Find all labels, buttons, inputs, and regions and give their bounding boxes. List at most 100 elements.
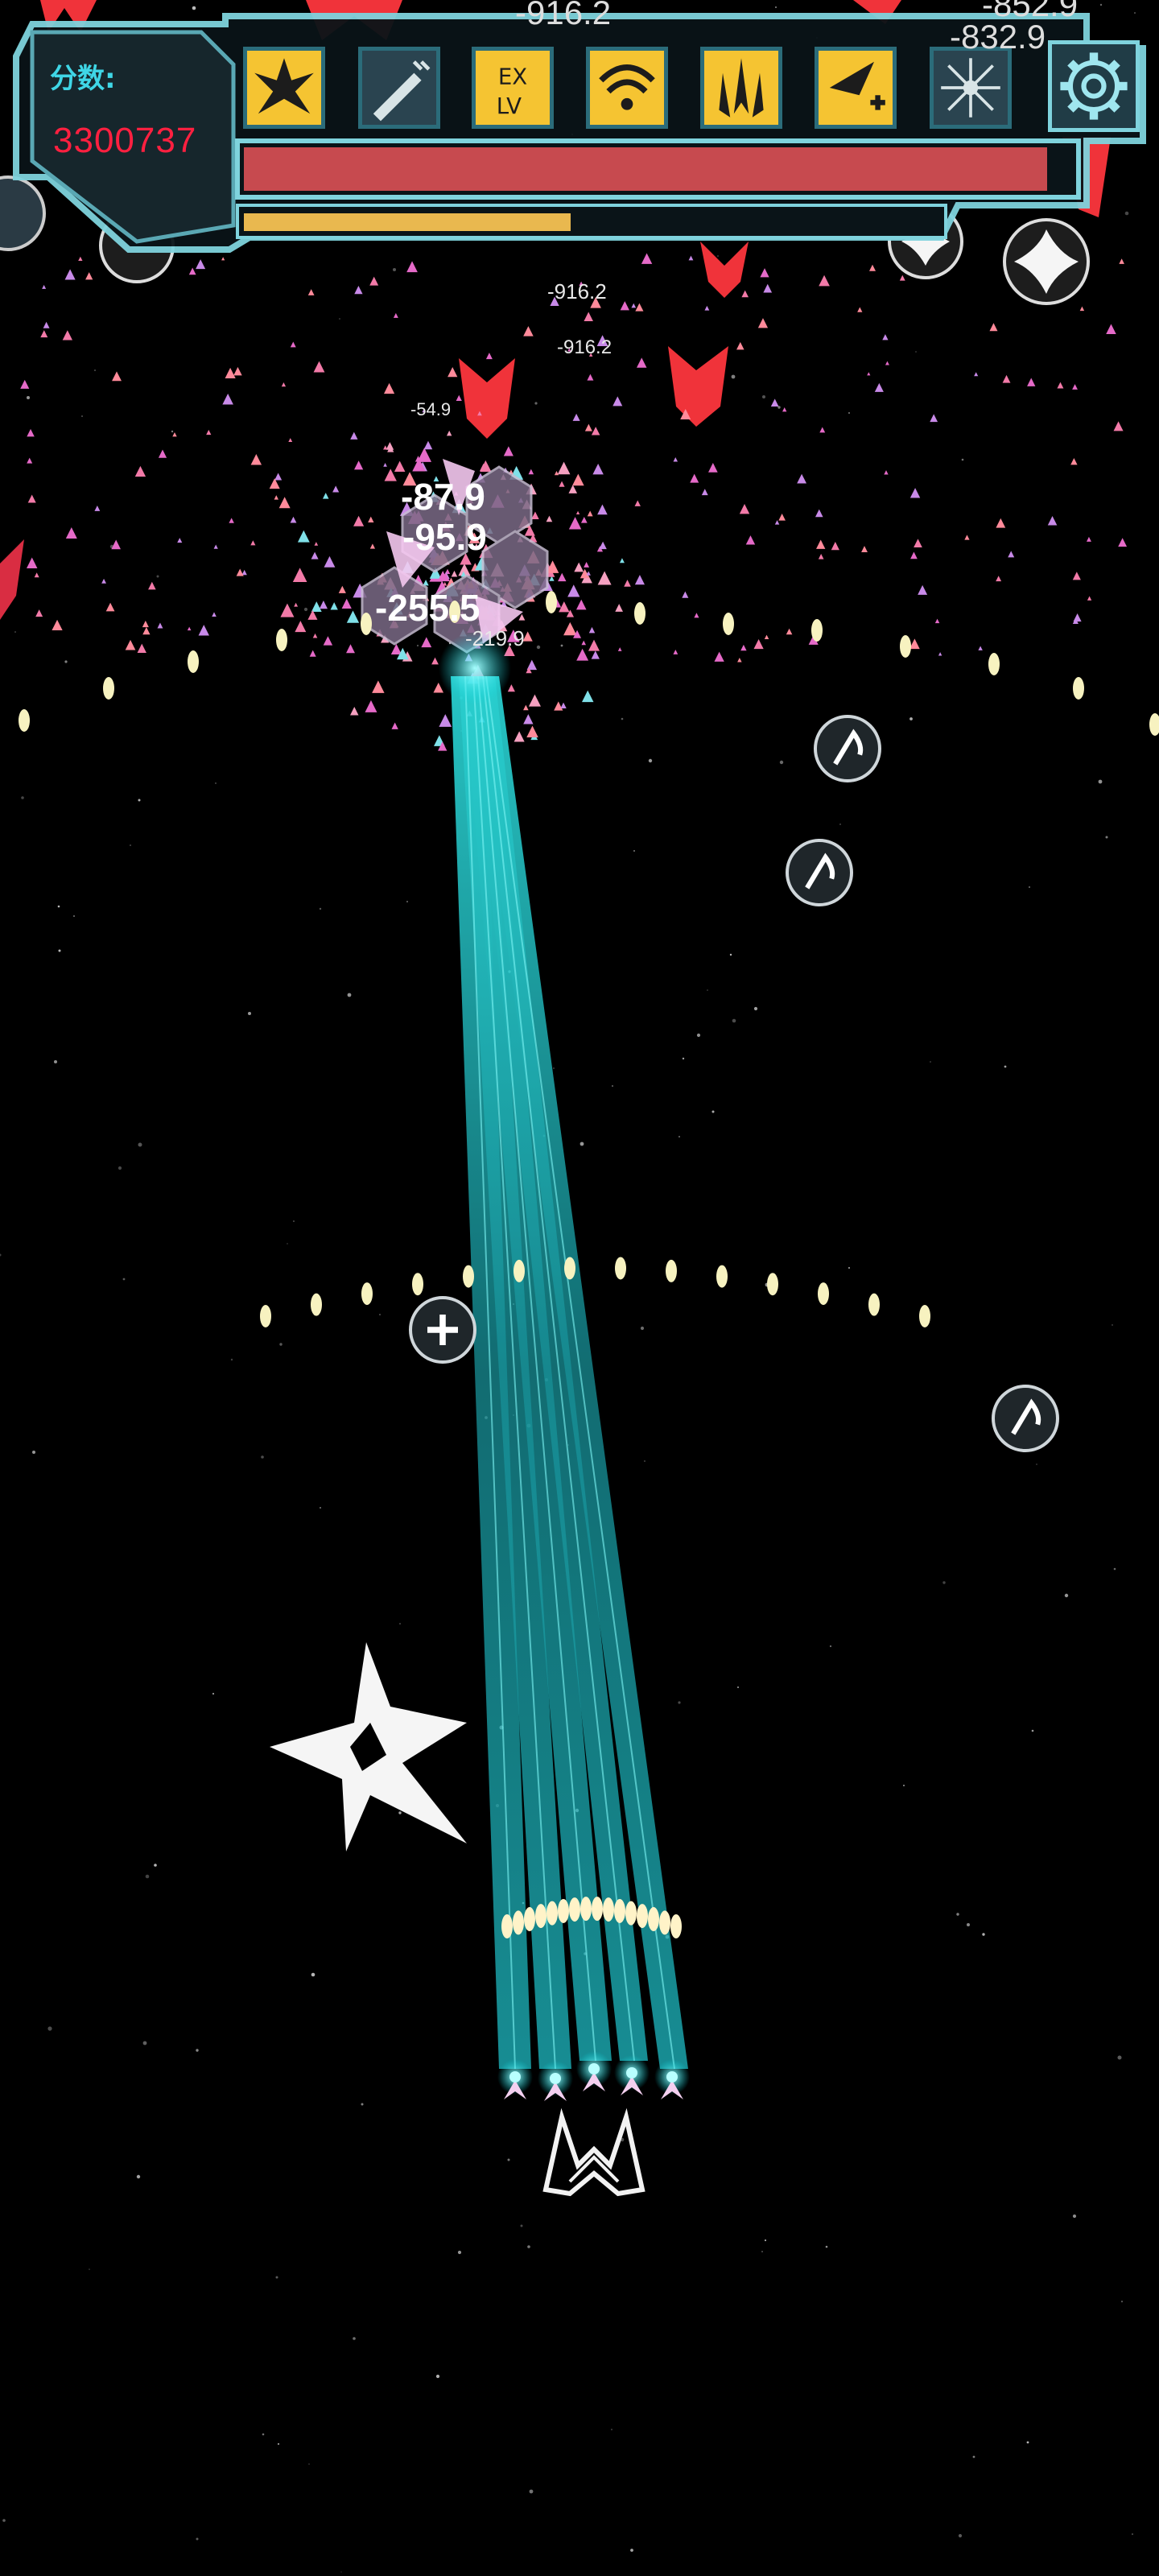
health-plus-pickup-icon[interactable] bbox=[409, 1296, 476, 1364]
ring-bullet bbox=[501, 1914, 513, 1938]
star bbox=[633, 850, 635, 852]
debris-particle bbox=[386, 442, 394, 450]
star bbox=[1031, 1729, 1034, 1732]
debris-particle bbox=[996, 576, 1002, 582]
debris-particle bbox=[314, 542, 319, 546]
debris-particle bbox=[558, 572, 567, 582]
enemy-bullet bbox=[514, 1259, 525, 1282]
debris-particle bbox=[704, 305, 710, 311]
spider-web-skill-icon[interactable] bbox=[930, 47, 1012, 129]
enemy-bullet bbox=[412, 1273, 423, 1296]
debris-particle bbox=[368, 516, 374, 523]
star bbox=[457, 2250, 462, 2255]
particle-debris bbox=[20, 253, 1128, 751]
star bbox=[14, 631, 16, 633]
debris-particle bbox=[612, 396, 623, 407]
debris-particle bbox=[365, 700, 377, 712]
debris-particle bbox=[78, 256, 83, 261]
debris-particle bbox=[390, 643, 402, 654]
debris-particle bbox=[818, 553, 824, 559]
star bbox=[406, 901, 408, 902]
star bbox=[248, 1012, 251, 1015]
debris-particle bbox=[989, 323, 998, 332]
star bbox=[848, 412, 850, 414]
debris-particle bbox=[620, 301, 629, 311]
debris-particle bbox=[909, 488, 921, 498]
debris-particle bbox=[222, 394, 233, 405]
enemy-bullet bbox=[19, 709, 30, 732]
debris-particle bbox=[172, 431, 177, 437]
debris-particle bbox=[591, 650, 600, 659]
speed-pickup-icon[interactable] bbox=[814, 715, 881, 782]
debris-particle bbox=[974, 372, 979, 377]
debris-particle bbox=[125, 639, 136, 650]
debris-particle bbox=[485, 353, 493, 360]
debris-particle bbox=[617, 647, 622, 651]
star bbox=[72, 914, 76, 918]
svg-text:EX: EX bbox=[498, 63, 527, 89]
score-value: 3300737 bbox=[53, 121, 197, 160]
debris-particle bbox=[43, 321, 50, 328]
explosion-skill-icon[interactable] bbox=[243, 47, 325, 129]
debris-particle bbox=[575, 510, 580, 515]
debris-particle bbox=[592, 463, 604, 475]
star bbox=[1131, 2533, 1134, 2536]
damage-number: -95.9 bbox=[402, 516, 487, 558]
debris-particle bbox=[229, 518, 234, 523]
speed-pickup-icon[interactable] bbox=[786, 839, 853, 906]
star bbox=[678, 1701, 681, 1704]
star bbox=[303, 607, 308, 612]
star bbox=[311, 1972, 316, 1977]
debris-particle bbox=[624, 580, 631, 587]
debris-particle bbox=[673, 650, 678, 654]
debris-particle bbox=[281, 382, 287, 387]
speed-pickup-icon[interactable] bbox=[992, 1385, 1059, 1452]
star bbox=[118, 1166, 122, 1170]
debris-particle bbox=[323, 636, 333, 646]
debris-particle bbox=[740, 644, 747, 651]
debris-particle bbox=[737, 657, 742, 663]
damage-number: -219.9 bbox=[465, 626, 525, 650]
debris-particle bbox=[313, 361, 325, 373]
ring-bullet bbox=[513, 1910, 524, 1935]
debris-particle bbox=[250, 454, 262, 465]
settings-button[interactable] bbox=[1048, 40, 1140, 132]
debris-particle bbox=[350, 431, 358, 440]
star bbox=[640, 1326, 645, 1331]
debris-particle bbox=[782, 407, 787, 412]
spread-shot-skill-icon[interactable] bbox=[700, 47, 782, 129]
exp-level-skill-icon[interactable]: EX LV bbox=[472, 47, 554, 129]
debris-particle bbox=[383, 445, 388, 450]
ring-bullet bbox=[592, 1897, 603, 1922]
star bbox=[915, 351, 917, 353]
enemy-bullet bbox=[818, 1282, 829, 1306]
score-label: 分数: bbox=[50, 63, 116, 95]
enemy-bullet bbox=[260, 1305, 271, 1327]
star bbox=[122, 1278, 126, 1281]
star bbox=[379, 1314, 381, 1315]
debris-particle bbox=[111, 539, 121, 550]
debris-particle bbox=[637, 357, 647, 368]
wing-plus-skill-icon[interactable] bbox=[815, 47, 897, 129]
sword-upgrade-skill-icon[interactable] bbox=[358, 47, 440, 129]
enemy-bullet bbox=[634, 602, 645, 625]
debris-particle bbox=[736, 341, 744, 350]
debris-particle bbox=[1086, 536, 1091, 542]
star bbox=[196, 2537, 199, 2541]
wifi-shield-skill-icon[interactable] bbox=[586, 47, 668, 129]
star bbox=[57, 905, 60, 908]
player-ship[interactable] bbox=[542, 2107, 645, 2197]
debris-particle bbox=[694, 613, 699, 618]
debris-particle bbox=[581, 690, 594, 703]
debris-particle bbox=[177, 538, 183, 543]
debris-particle bbox=[346, 644, 355, 654]
debris-particle bbox=[567, 584, 580, 597]
debris-particle bbox=[523, 704, 529, 711]
debris-particle bbox=[572, 473, 584, 486]
enemy-bullet bbox=[723, 613, 734, 635]
debris-particle bbox=[868, 264, 876, 271]
ring-bullet bbox=[603, 1897, 614, 1922]
star bbox=[262, 2433, 265, 2436]
debris-particle bbox=[584, 423, 592, 431]
debris-particle bbox=[560, 702, 567, 709]
